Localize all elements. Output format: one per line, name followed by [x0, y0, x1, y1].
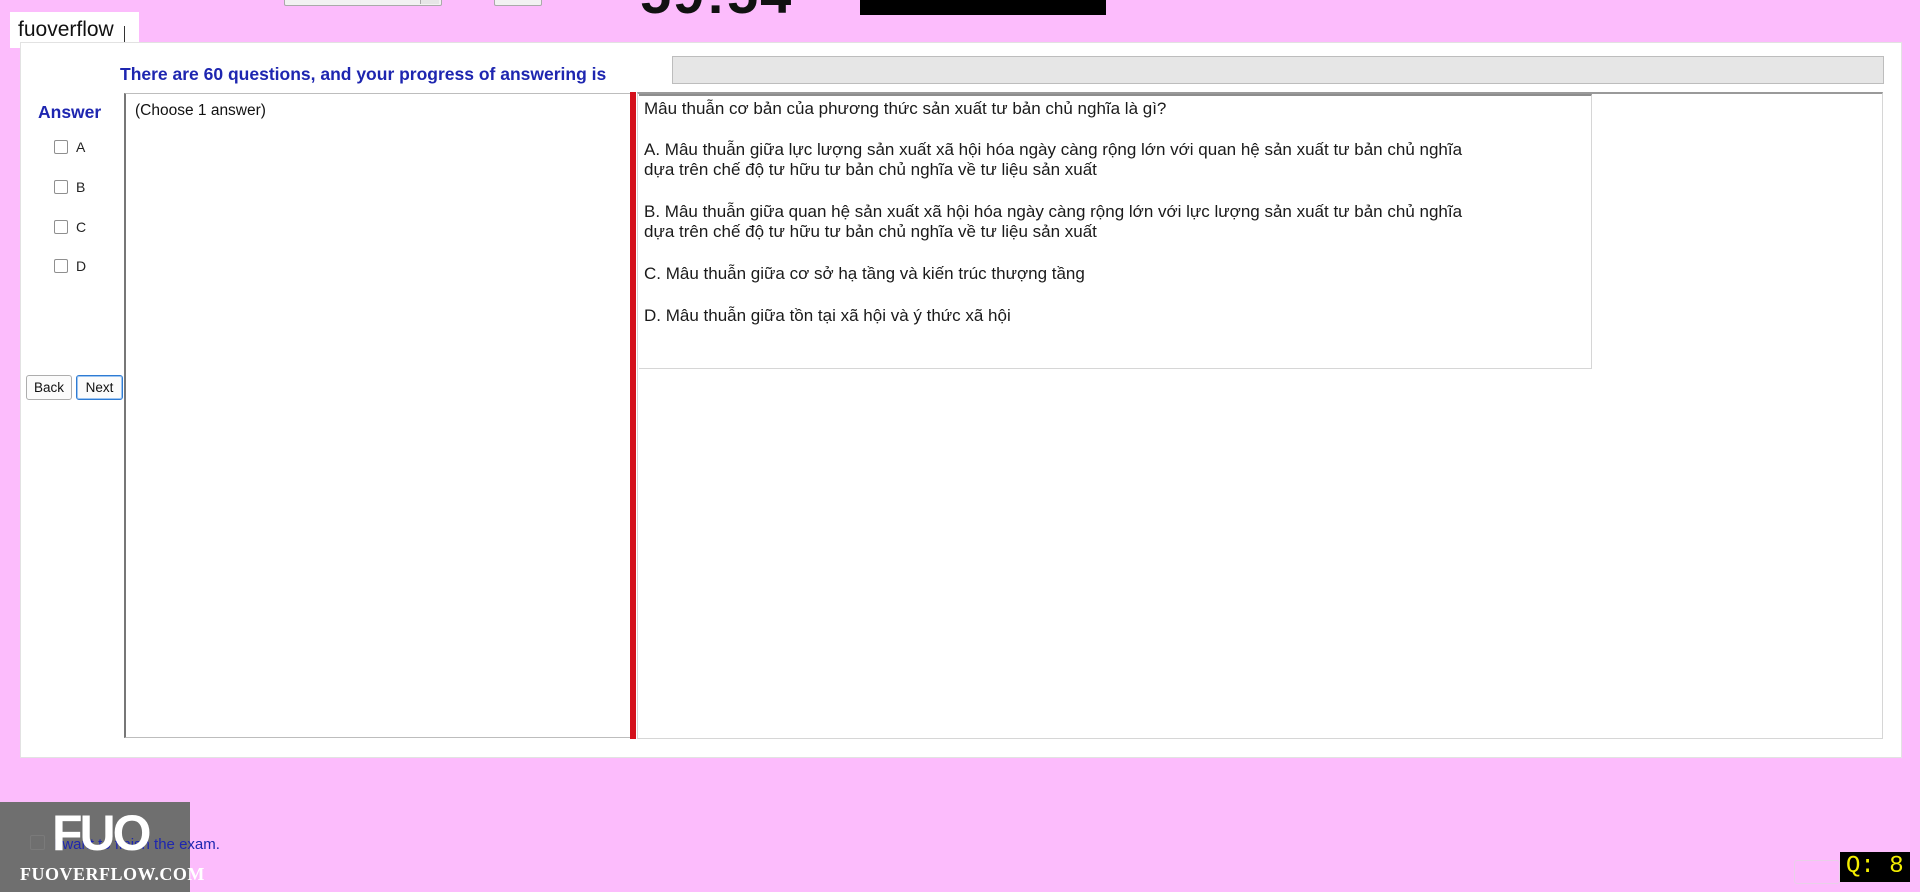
indicator-frame	[1794, 860, 1840, 884]
question-option-a-line-1: A. Mâu thuẫn giữa lực lượng sản xuất xã …	[644, 140, 1463, 159]
instruction-box	[124, 93, 632, 738]
answer-option-a-label: A	[76, 139, 86, 155]
question-option-d: D. Mâu thuẫn giữa tồn tại xã hội và ý th…	[644, 306, 1011, 325]
progress-text: There are 60 questions, and your progres…	[120, 64, 607, 84]
checkbox-c[interactable]	[54, 220, 68, 234]
answer-heading: Answer	[38, 102, 102, 122]
instruction-text: (Choose 1 answer)	[135, 102, 266, 119]
answer-option-d[interactable]: D	[54, 256, 86, 276]
student-info-box	[860, 0, 1106, 15]
question-option-a-line-2: dựa trên chế độ tư hữu tư bản chủ nghĩa …	[644, 160, 1097, 179]
question-number-indicator: Q: 8	[1840, 852, 1910, 882]
exam-timer: 59:54	[640, 0, 793, 22]
question-option-b-line-1: B. Mâu thuẫn giữa quan hệ sản xuất xã hộ…	[644, 202, 1463, 221]
answer-option-a[interactable]: A	[54, 137, 85, 157]
back-button[interactable]: Back	[26, 375, 72, 400]
logo-text: FUOVERFLOW.COM	[20, 864, 205, 884]
answer-option-c-label: C	[76, 219, 87, 235]
question-text: Mâu thuẫn cơ bản của phương thức sản xuấ…	[644, 99, 1167, 118]
progress-bar	[672, 56, 1884, 84]
top-input-dropdown-button[interactable]	[420, 0, 439, 4]
checkbox-d[interactable]	[54, 259, 68, 273]
top-input-field[interactable]	[284, 0, 442, 6]
answer-option-c[interactable]: C	[54, 217, 86, 237]
next-button[interactable]: Next	[76, 375, 123, 400]
answer-option-b-label: B	[76, 179, 86, 195]
checkbox-b[interactable]	[54, 180, 68, 194]
finish-exam-checkbox[interactable]	[30, 835, 45, 850]
top-small-field[interactable]	[494, 0, 542, 6]
answer-option-b[interactable]: B	[54, 177, 85, 197]
panel-splitter[interactable]	[630, 92, 636, 739]
question-option-b-line-2: dựa trên chế độ tư hữu tư bản chủ nghĩa …	[644, 222, 1097, 241]
question-option-c: C. Mâu thuẫn giữa cơ sở hạ tầng và kiến …	[644, 264, 1085, 283]
logo-mark: FUO	[52, 805, 152, 861]
checkbox-a[interactable]	[54, 140, 68, 154]
answer-option-d-label: D	[76, 258, 87, 274]
machine-name-text: fuoverflow	[18, 18, 114, 41]
text-caret	[123, 26, 125, 43]
